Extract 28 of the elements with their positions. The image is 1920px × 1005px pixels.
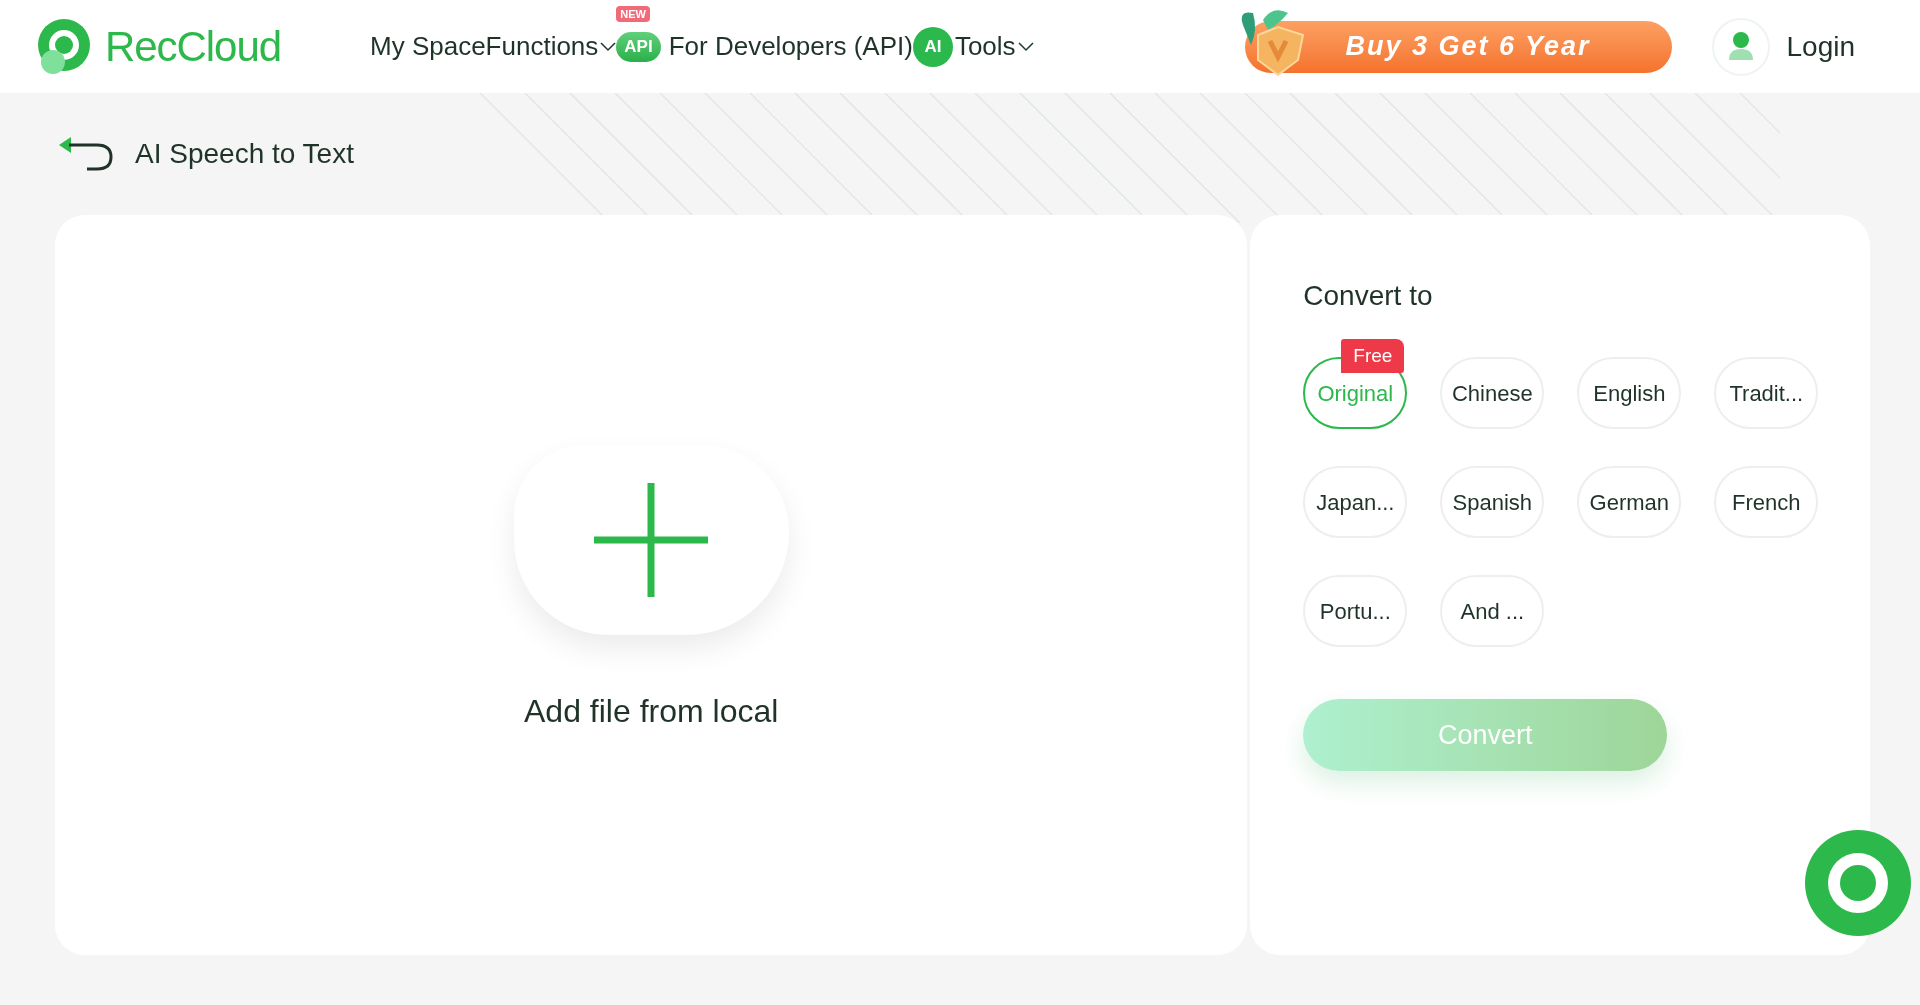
language-option[interactable]: German	[1577, 466, 1682, 538]
user-avatar-icon	[1712, 17, 1771, 76]
nav-dropdown[interactable]: Tools	[954, 27, 1034, 66]
panel-title: Convert to	[1303, 279, 1434, 313]
chevron-down-icon	[600, 41, 617, 52]
logo-text: RecCloud	[105, 22, 282, 72]
back-arrow-icon[interactable]	[57, 135, 113, 173]
plus-icon	[592, 481, 711, 599]
language-option[interactable]: And ...	[1440, 575, 1545, 647]
language-option[interactable]: Chinese	[1440, 357, 1545, 429]
chevron-down-icon	[1017, 41, 1034, 52]
api-icon: API	[616, 31, 661, 62]
language-option[interactable]: Spanish	[1440, 466, 1545, 538]
ai-gear-icon: AI	[912, 26, 953, 67]
language-option[interactable]: French	[1714, 466, 1819, 538]
language-option[interactable]: Japan...	[1303, 466, 1408, 538]
login-link[interactable]: Login	[1786, 25, 1855, 68]
nav-link[interactable]: For Developers (API)	[668, 27, 913, 66]
new-badge: NEW	[616, 5, 650, 22]
free-badge: Free	[1341, 339, 1405, 373]
add-file-label: Add file from local	[524, 692, 779, 731]
nav-link[interactable]: My Space	[370, 27, 486, 66]
language-option[interactable]: Portu...	[1303, 575, 1408, 647]
logo-icon	[35, 17, 93, 76]
language-option[interactable]: Tradit...	[1714, 357, 1819, 429]
page-title: AI Speech to Text	[135, 137, 354, 171]
nav-dropdown[interactable]: Functions	[485, 27, 617, 66]
language-option[interactable]: English	[1577, 357, 1682, 429]
